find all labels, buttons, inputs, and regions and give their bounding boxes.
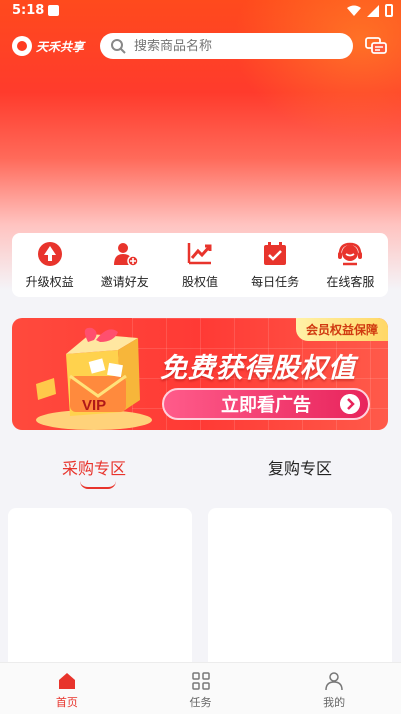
app-logo[interactable]: 天禾共享: [12, 36, 84, 56]
tab-purchase-zone[interactable]: 采购专区: [62, 455, 126, 489]
watch-ad-label: 立即看广告: [221, 395, 311, 416]
quick-action-equity[interactable]: 股权值: [165, 241, 235, 290]
tab-repurchase-zone[interactable]: 复购专区: [268, 455, 332, 479]
search-input[interactable]: [134, 38, 334, 54]
profile-icon: [325, 672, 343, 691]
task-grid-icon: [191, 672, 210, 690]
watch-ad-button[interactable]: 立即看广告: [162, 388, 370, 420]
quick-action-label: 在线客服: [326, 274, 375, 289]
nav-label: 首页: [55, 696, 78, 709]
nav-label: 任务: [189, 696, 212, 709]
quick-action-label: 股权值: [181, 274, 218, 289]
member-guarantee-badge: 会员权益保障: [295, 318, 388, 341]
equity-chart-icon: [187, 242, 212, 264]
quick-action-label: 升级权益: [25, 274, 74, 289]
top-bar: 天禾共享: [0, 30, 401, 64]
battery-icon: [385, 4, 393, 17]
vip-label: VIP: [82, 397, 106, 414]
status-bar: 5:18: [0, 0, 401, 22]
gift-box-icon: VIP: [36, 327, 152, 430]
quick-action-upgrade[interactable]: 升级权益: [15, 241, 85, 290]
banner-headline: 免费获得股权值: [160, 353, 356, 384]
quick-action-label: 邀请好友: [100, 274, 149, 289]
wifi-icon: [347, 5, 361, 16]
signal-icon: [367, 4, 379, 17]
upgrade-icon: [37, 241, 62, 266]
chevron-right-icon: [340, 394, 360, 414]
nav-home[interactable]: 首页: [0, 663, 134, 714]
nav-label: 我的: [323, 696, 346, 709]
message-icon[interactable]: [365, 36, 387, 56]
logo-mark-icon: [12, 36, 32, 56]
invite-friend-icon: [113, 242, 138, 267]
quick-actions-panel: 升级权益 邀请好友 股权值 每日任务 在线客服: [12, 233, 388, 297]
zone-tabs: 采购专区 复购专区: [0, 455, 401, 491]
quick-action-invite[interactable]: 邀请好友: [90, 241, 160, 290]
notification-a-icon: [48, 5, 59, 16]
customer-service-icon: [338, 242, 363, 265]
daily-task-icon: [264, 241, 287, 265]
quick-action-daily-task[interactable]: 每日任务: [240, 241, 310, 290]
bottom-navigation: 首页 任务 我的: [0, 662, 401, 714]
search-bar[interactable]: [100, 33, 353, 59]
nav-profile[interactable]: 我的: [267, 663, 401, 714]
home-icon: [58, 673, 75, 689]
promo-banner[interactable]: VIP 会员权益保障 免费获得股权值 立即看广告: [12, 318, 388, 430]
nav-task[interactable]: 任务: [134, 663, 268, 714]
logo-text: 天禾共享: [36, 39, 85, 54]
search-icon: [111, 39, 126, 54]
quick-action-customer-service[interactable]: 在线客服: [315, 241, 385, 290]
status-time: 5:18: [12, 3, 45, 18]
product-card[interactable]: [208, 508, 392, 678]
quick-action-label: 每日任务: [251, 274, 300, 289]
product-card[interactable]: [8, 508, 192, 678]
